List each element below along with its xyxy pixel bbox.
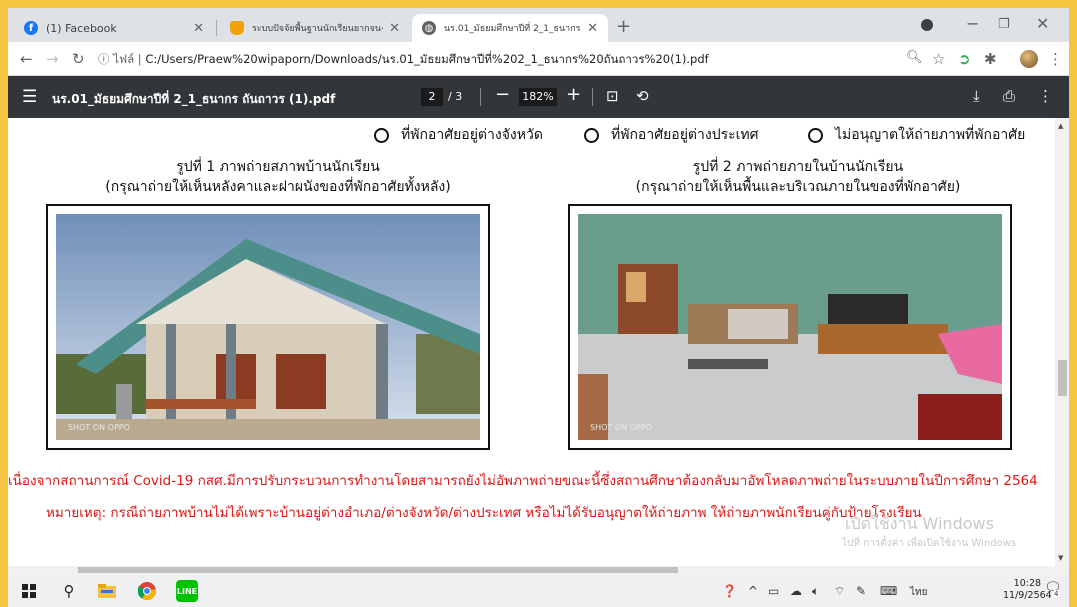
file-explorer-icon[interactable]	[96, 580, 118, 602]
radio-circle[interactable]	[584, 127, 599, 143]
close-tab-icon[interactable]: ✕	[389, 21, 400, 36]
eef-logo-icon	[230, 21, 244, 35]
browser-tab-bar: f (1) Facebook ✕ ระบบปัจจัยพื้นฐานนักเรี…	[8, 8, 1069, 42]
radio-option-not-permitted[interactable]: ไม่อนุญาตให้ถ่ายภาพที่พักอาศัย	[808, 124, 1025, 146]
close-tab-icon[interactable]: ✕	[193, 21, 204, 36]
facebook-icon: f	[24, 21, 38, 35]
page-total: / 3	[448, 90, 463, 103]
browser-menu-icon[interactable]: ⋮	[1048, 50, 1063, 68]
radio-circle[interactable]	[374, 127, 389, 143]
minimize-icon[interactable]: −	[966, 14, 979, 33]
covid-note: เนื่องจากสถานการณ์ Covid-19 กสศ.มีการปรั…	[8, 473, 1038, 489]
extensions-puzzle-icon[interactable]: ✱	[984, 50, 997, 68]
wifi-icon[interactable]: ⌔	[834, 584, 845, 599]
pdf-more-icon[interactable]: ⋮	[1038, 87, 1053, 105]
download-icon[interactable]: ⤓	[973, 87, 980, 105]
windows-taskbar: ⚲ LINE ❓ ^ ▭ ☁ 🔈︎ ⌔ ✎ ⌨ ไทย 10:28 11/9/2…	[8, 574, 1069, 607]
screen: f (1) Facebook ✕ ระบบปัจจัยพื้นฐานนักเรี…	[8, 8, 1069, 607]
close-window-icon[interactable]: ✕	[1036, 14, 1049, 33]
url-text: C:/Users/Praew%20wipaporn/Downloads/นร.0…	[145, 52, 709, 66]
zoom-out-icon[interactable]: −	[495, 84, 510, 105]
photo1-title: รูปที่ 1 ภาพถ่ายสภาพบ้านนักเรียน	[176, 159, 380, 175]
horizontal-scrollbar[interactable]	[8, 566, 1069, 574]
house-interior-image	[578, 214, 1002, 440]
photo2-title: รูปที่ 2 ภาพถ่ายภายในบ้านนักเรียน	[692, 159, 904, 175]
zoom-icon[interactable]: 🔍︎	[906, 50, 923, 65]
windows-start-icon[interactable]	[18, 580, 40, 602]
camera-watermark: SHOT ON OPPO	[68, 423, 130, 432]
help-icon[interactable]: ❓	[722, 584, 737, 598]
zoom-in-icon[interactable]: +	[566, 84, 581, 105]
tab-pdf[interactable]: ◍ นร.01_มัธยมศึกษาปีที่ 2_1_ธนากร ถัน ✕	[412, 14, 608, 42]
pen-icon[interactable]: ✎	[856, 584, 866, 598]
profile-dot-icon[interactable]	[921, 19, 933, 31]
tab-facebook[interactable]: f (1) Facebook ✕	[14, 14, 214, 42]
fit-page-icon[interactable]: ⊡	[606, 87, 619, 105]
photo2-frame: SHOT ON OPPO	[568, 204, 1012, 450]
cloud-icon[interactable]: ☁	[790, 584, 802, 598]
battery-icon[interactable]: ▭	[768, 584, 779, 598]
photo1-subtitle: (กรุณาถ่ายให้เห็นหลังคาและฝาผนังของที่พั…	[105, 179, 451, 195]
pdf-toolbar: ☰ นร.01_มัธยมศึกษาปีที่ 2_1_ธนากร ถันถาว…	[8, 76, 1069, 118]
remark-note: หมายเหตุ: กรณีถ่ายภาพบ้านไม่ได้เพราะบ้าน…	[46, 505, 922, 521]
close-tab-icon[interactable]: ✕	[587, 21, 598, 36]
maximize-icon[interactable]: ❐	[998, 17, 1010, 32]
extension-green-icon[interactable]: ➲	[958, 50, 971, 68]
show-hidden-icons-icon[interactable]: ^	[748, 584, 758, 598]
pdf-filename: นร.01_มัธยมศึกษาปีที่ 2_1_ธนากร ถันถาวร …	[52, 92, 336, 106]
globe-icon: ◍	[422, 21, 436, 35]
forward-icon[interactable]: →	[46, 50, 59, 68]
info-icon[interactable]: ⓘ	[98, 52, 113, 66]
radio-circle[interactable]	[808, 127, 823, 143]
zoom-level-input[interactable]: 182%	[519, 88, 557, 106]
house-exterior-image	[56, 214, 480, 440]
reload-icon[interactable]: ↻	[72, 50, 85, 68]
scroll-down-icon[interactable]: ▼	[1058, 554, 1063, 562]
language-indicator[interactable]: ไทย	[910, 585, 927, 600]
rotate-icon[interactable]: ⟲	[636, 87, 649, 105]
pdf-page: ที่พักอาศัยอยู่ต่างจังหวัด ที่พักอาศัยอย…	[8, 118, 1055, 566]
house-exterior-photo: SHOT ON OPPO	[56, 214, 480, 440]
vertical-scrollbar[interactable]: ▲ ▼	[1055, 118, 1069, 566]
new-tab-icon[interactable]: +	[616, 16, 631, 37]
bookmark-star-icon[interactable]: ☆	[932, 50, 945, 68]
print-icon[interactable]: ⎙	[1003, 87, 1015, 105]
chrome-icon[interactable]	[136, 580, 158, 602]
pdf-menu-icon[interactable]: ☰	[22, 87, 37, 107]
photo1-frame: SHOT ON OPPO	[46, 204, 490, 450]
browser-toolbar: ← → ↻ ⓘ ไฟล์ | C:/Users/Praew%20wipaporn…	[8, 42, 1069, 76]
radio-option-other-province[interactable]: ที่พักอาศัยอยู่ต่างจังหวัด	[374, 124, 543, 146]
photo2-subtitle: (กรุณาถ่ายให้เห็นพื้นและบริเวณภายในของที…	[635, 179, 961, 195]
vertical-scroll-thumb[interactable]	[1058, 360, 1067, 396]
scroll-up-icon[interactable]: ▲	[1058, 122, 1063, 130]
camera-watermark: SHOT ON OPPO	[590, 423, 652, 432]
search-icon[interactable]: ⚲	[58, 580, 80, 602]
keyboard-icon[interactable]: ⌨	[880, 584, 897, 598]
back-icon[interactable]: ←	[20, 50, 33, 68]
page-number-input[interactable]: 2	[421, 88, 443, 106]
line-app-icon[interactable]: LINE	[176, 580, 198, 602]
windows-activation-subtitle: ไปที่ การตั้งค่า เพื่อเปิดใช้งาน Windows	[842, 538, 1017, 549]
volume-icon[interactable]: 🔈︎	[812, 584, 819, 599]
avatar[interactable]	[1020, 50, 1038, 68]
notification-count: 4	[1052, 590, 1061, 598]
address-bar[interactable]: ⓘ ไฟล์ | C:/Users/Praew%20wipaporn/Downl…	[98, 51, 709, 69]
windows-activation-title: เปิดใช้งาน Windows	[845, 514, 994, 533]
tab-eef-system[interactable]: ระบบปัจจัยพื้นฐานนักเรียนยากจน<br ✕	[220, 14, 410, 42]
house-interior-photo: SHOT ON OPPO	[578, 214, 1002, 440]
radio-option-other-country[interactable]: ที่พักอาศัยอยู่ต่างประเทศ	[584, 124, 759, 146]
horizontal-scroll-thumb[interactable]	[78, 567, 678, 573]
